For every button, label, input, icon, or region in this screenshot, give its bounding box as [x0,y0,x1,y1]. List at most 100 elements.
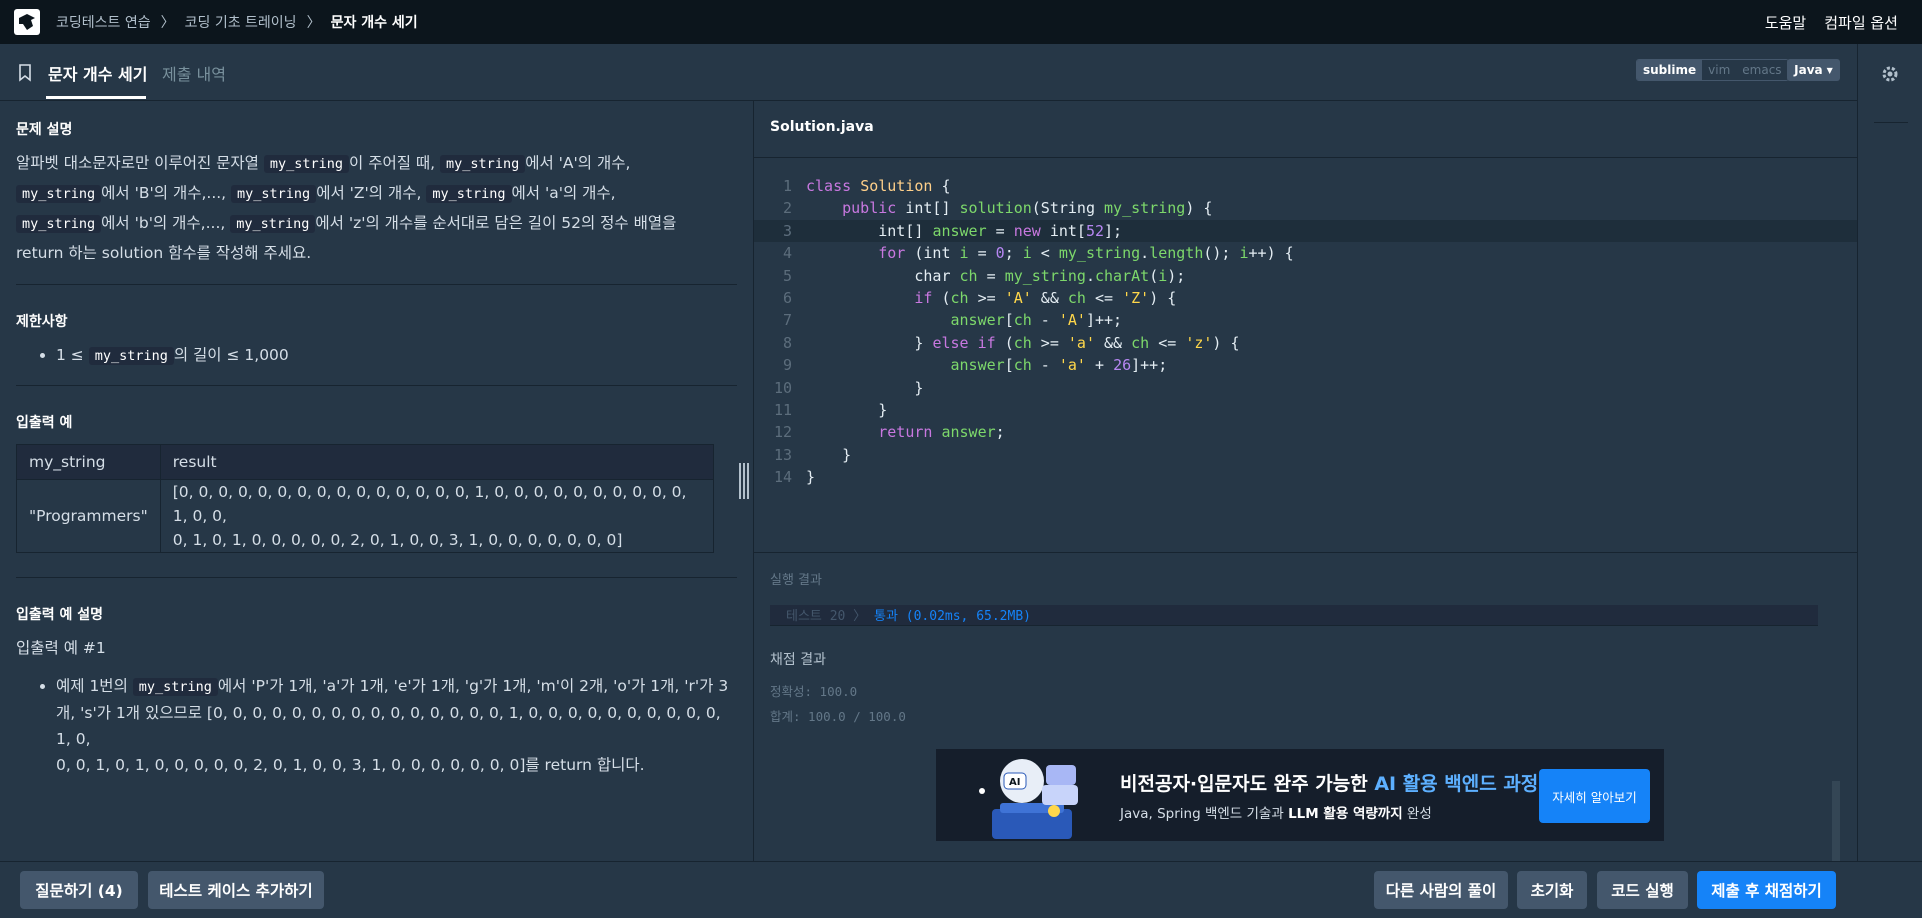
constraint-text: 1 ≤ [56,346,89,364]
code-editor[interactable]: 1 class Solution { 2 public int[] solutio… [754,157,1857,553]
explain-item: 예제 1번의 my_string에서 'P'가 1개, 'a'가 1개, 'e'… [56,673,737,778]
compile-options-link[interactable]: 컴파일 옵션 [1824,12,1898,33]
grade-title: 채점 결과 [770,652,826,668]
io-explain-heading: 입출력 예 설명 [16,607,104,623]
editor-mode-toggle: sublime vim emacs [1636,59,1789,81]
io-example-heading: 입출력 예 [16,415,73,431]
table-header-row: my_string result [16,444,715,480]
ad-title-highlight: AI 활용 백엔드 과정 [1374,773,1539,795]
ad-banner[interactable]: AI 비전공자·입문자도 완주 가능한 AI 활용 백엔드 과정 Java, S… [936,749,1664,841]
ask-question-button[interactable]: 질문하기 (4) [20,871,138,909]
code-text: = [977,266,1005,285]
code-text: return [878,423,942,442]
code-text: - [1031,356,1059,375]
code-text: <= [1085,288,1123,307]
panel-resize-handle[interactable] [739,463,751,499]
code-text: solution [959,199,1032,218]
table-header-cell: my_string [16,444,161,480]
code-line-active: 3 int[] answer = new int[52]; [754,219,1857,243]
line-number: 8 [782,333,792,352]
ad-title-text: 비전공자·입문자도 완주 가능한 [1120,773,1375,795]
reset-button[interactable]: 초기화 [1517,871,1587,909]
table-header-cell: result [159,444,715,480]
desc-text: 에서 'B'의 개수,..., [101,184,232,202]
code-text: answer [950,356,1005,375]
code-text: } [806,400,888,419]
code-inline: my_string [440,155,526,173]
code-text: ch [959,266,978,285]
gear-icon[interactable] [1880,64,1900,88]
editor-mode-sublime[interactable]: sublime [1637,60,1703,80]
programmers-logo-icon[interactable] [14,9,40,35]
code-text: 'A' [1058,311,1086,330]
ad-sub-text: 완성 [1402,806,1432,822]
code-text: [ [1004,311,1014,330]
code-text: (); [1203,244,1240,263]
code-text: ch [950,288,969,307]
code-text: (String [1031,199,1105,218]
run-code-button[interactable]: 코드 실행 [1597,871,1688,909]
code-text: for [878,244,915,263]
code-line: 1 class Solution { [754,175,1857,197]
code-text: int[ [1049,221,1086,240]
language-label: Java [1794,63,1823,77]
code-text: } [806,445,852,464]
code-text: answer [941,423,996,442]
line-number: 11 [773,400,792,419]
constraints-list: 1 ≤ my_string의 길이 ≤ 1,000 [16,341,737,371]
line-number: 2 [782,199,792,218]
code-text: . [1085,266,1095,285]
desc-text: 에서 'Z'의 개수, [316,184,427,202]
bookmark-icon[interactable] [18,64,32,86]
other-solutions-button[interactable]: 다른 사람의 풀이 [1374,871,1508,909]
help-link[interactable]: 도움말 [1765,12,1806,33]
code-text: ) { [1149,288,1177,307]
code-text: . [1140,244,1150,263]
code-text: ) { [1212,333,1240,352]
accuracy-score: 정확성: 100.0 [770,684,858,699]
ad-learn-more-button[interactable]: 자세히 알아보기 [1539,769,1650,823]
code-line: 5 char ch = my_string.charAt(i); [754,265,1857,287]
test-name: 테스트 20 〉 [786,609,867,624]
add-test-case-button[interactable]: 테스트 케이스 추가하기 [148,871,324,909]
io-explain-subheading: 입출력 예 #1 [16,639,106,657]
result-scrollbar[interactable] [1832,781,1840,861]
result-label: 실행 결과 [770,573,822,588]
code-line: 8 } else if (ch >= 'a' && ch <= 'z') { [754,332,1857,354]
code-text: && [1031,288,1068,307]
code-text: new [1013,221,1050,240]
divider [16,385,737,386]
code-text: ( [1149,266,1159,285]
tab-problem[interactable]: 문자 개수 세기 [48,61,147,85]
code-text: answer [950,311,1005,330]
editor-mode-vim[interactable]: vim [1702,60,1737,80]
editor-mode-emacs[interactable]: emacs [1736,60,1788,80]
code-text: length [1149,244,1204,263]
desc-text: return 하는 solution 함수를 작성해 주세요. [16,244,312,262]
code-text: } [806,378,924,397]
code-text: ); [1167,266,1186,285]
language-select[interactable]: Java ▼ [1787,59,1840,81]
breadcrumb-item-basic-training[interactable]: 코딩 기초 트레이닝 [185,12,297,32]
code-text: ]++; [1131,356,1168,375]
submit-button[interactable]: 제출 후 채점하기 [1697,871,1836,909]
code-text: >= [968,288,1005,307]
tab-bar: 문자 개수 세기 제출 내역 sublime vim emacs Java ▼ [0,44,1857,101]
breadcrumb-item-coding-test[interactable]: 코딩테스트 연습 [56,12,151,32]
table-row: "Programmers" [0, 0, 0, 0, 0, 0, 0, 0, 0… [16,479,715,553]
code-text: 26 [1113,356,1132,375]
settings-column [1857,44,1922,861]
code-text: ]++; [1085,311,1123,330]
tab-submissions[interactable]: 제출 내역 [162,61,226,85]
line-number: 10 [773,378,792,397]
constraints-heading: 제한사항 [16,314,68,330]
code-text: >= [1031,333,1068,352]
code-text: 'Z' [1122,288,1150,307]
code-text: 'A' [1004,288,1032,307]
code-text: if [914,288,942,307]
